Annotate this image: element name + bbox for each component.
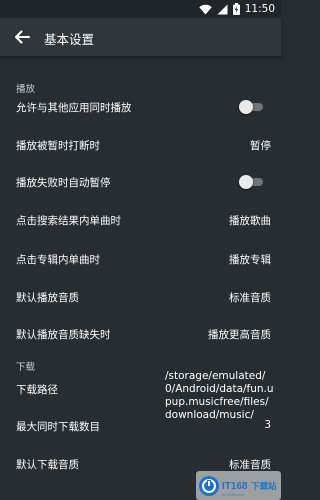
status-icons: 11:50 — [199, 3, 275, 15]
setting-value: 播放歌曲 — [229, 215, 271, 227]
svg-text:下载站: 下载站 — [251, 481, 277, 492]
setting-auto-pause-on-fail[interactable]: 播放失败时自动暂停 — [0, 163, 281, 201]
setting-search-result-click[interactable]: 点击搜索结果内单曲时 播放歌曲 — [0, 201, 281, 239]
page-title: 基本设置 — [44, 32, 95, 47]
setting-label: 允许与其他应用同时播放 — [16, 102, 132, 114]
app-bar: 基本设置 — [0, 18, 281, 56]
status-time: 11:50 — [244, 3, 275, 15]
setting-value: 3 — [264, 419, 271, 431]
setting-interrupt-behavior[interactable]: 播放被暂时打断时 暂停 — [0, 126, 281, 164]
setting-label: 点击专辑内单曲时 — [16, 254, 100, 266]
setting-value: 标准音质 — [229, 459, 271, 471]
auto-pause-toggle[interactable] — [239, 175, 265, 189]
setting-label: 点击搜索结果内单曲时 — [16, 215, 121, 227]
setting-value: 播放更高音质 — [208, 329, 271, 341]
setting-label: 播放失败时自动暂停 — [16, 177, 111, 189]
setting-value: 标准音质 — [229, 292, 271, 304]
back-arrow-icon[interactable] — [12, 27, 32, 47]
setting-label: 默认播放音质 — [16, 292, 79, 304]
setting-max-downloads[interactable]: 最大同时下载数目 3 — [0, 407, 281, 445]
signal-icon — [217, 4, 228, 14]
setting-label: 下载路径 — [16, 384, 58, 396]
setting-allow-mix-playback[interactable]: 允许与其他应用同时播放 — [0, 88, 281, 126]
toggle-thumb — [239, 100, 253, 114]
it168-watermark-logo: IT168 下载站 xz.it168.com — [196, 471, 281, 500]
setting-label: 默认播放音质缺失时 — [16, 329, 111, 341]
setting-value: 播放专辑 — [229, 254, 271, 266]
wifi-icon — [199, 4, 212, 14]
setting-label: 最大同时下载数目 — [16, 421, 100, 433]
setting-value: 暂停 — [250, 140, 271, 152]
setting-label: 默认下载音质 — [16, 459, 79, 471]
battery-charging-icon — [232, 3, 240, 15]
setting-quality-fallback[interactable]: 默认播放音质缺失时 播放更高音质 — [0, 315, 281, 353]
svg-text:xz.it168.com: xz.it168.com — [222, 492, 245, 497]
setting-label: 播放被暂时打断时 — [16, 140, 100, 152]
setting-album-click[interactable]: 点击专辑内单曲时 播放专辑 — [0, 240, 281, 278]
svg-text:IT168: IT168 — [222, 481, 248, 492]
status-bar: 11:50 — [0, 0, 281, 18]
toggle-thumb — [239, 175, 253, 189]
setting-default-quality[interactable]: 默认播放音质 标准音质 — [0, 278, 281, 316]
mix-playback-toggle[interactable] — [239, 100, 265, 114]
